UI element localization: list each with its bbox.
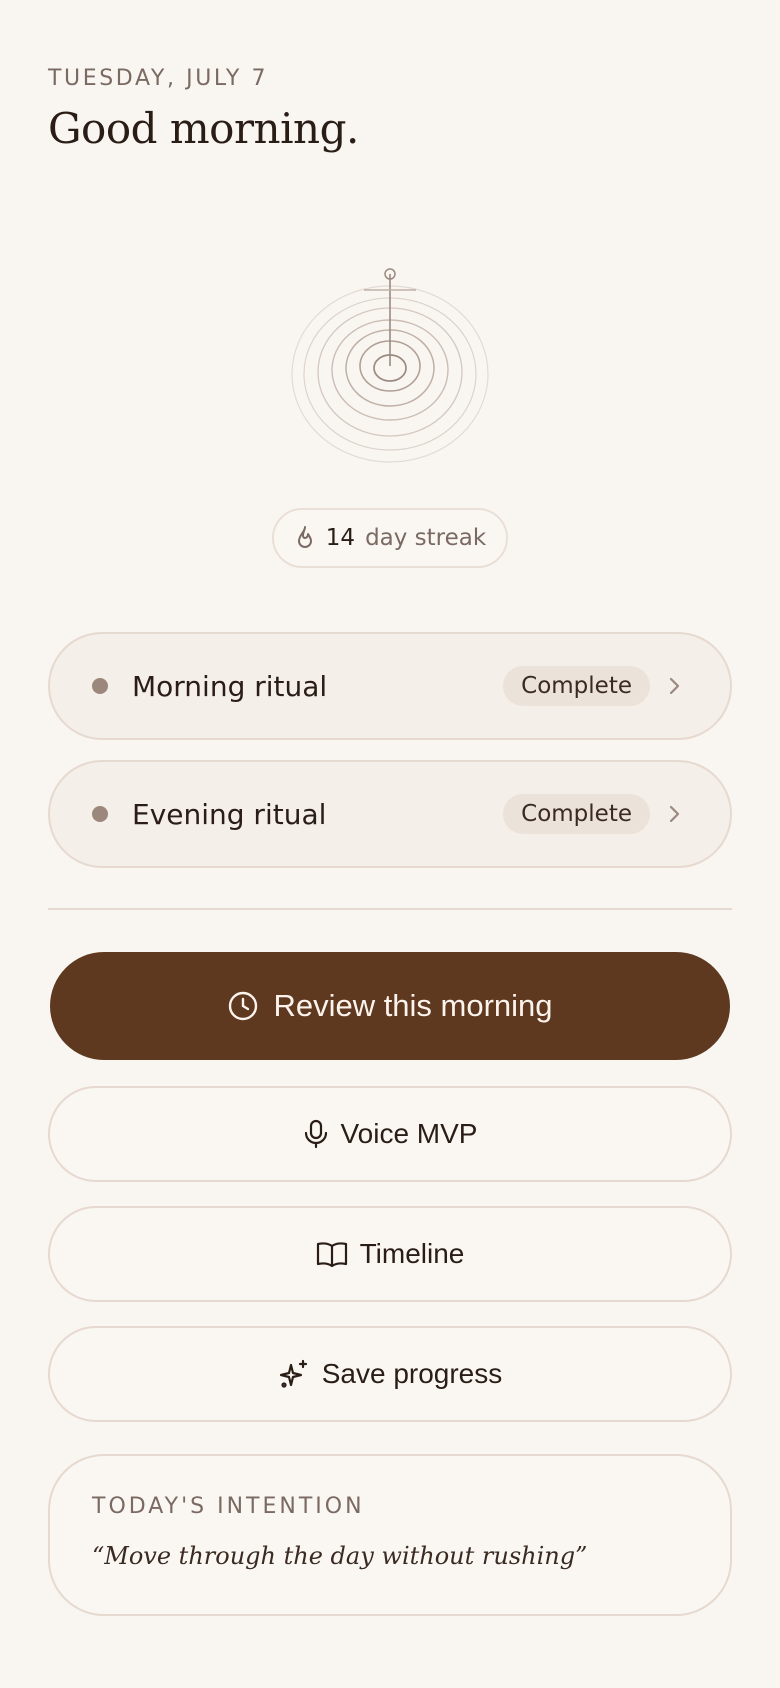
review-morning-button[interactable]: Review this morning (50, 952, 730, 1060)
flame-icon (294, 525, 316, 551)
clock-icon (227, 990, 259, 1022)
evening-ritual-row[interactable]: Evening ritual Complete (48, 760, 732, 868)
sparkles-icon (278, 1358, 310, 1390)
voice-mvp-label: Voice MVP (340, 1118, 478, 1149)
intention-card: TODAY'S INTENTION “Move through the day … (48, 1454, 732, 1616)
chevron-right-icon (664, 804, 684, 824)
save-progress-label: Save progress (321, 1358, 503, 1389)
chevron-right-icon (664, 676, 684, 696)
ritual-label: Morning ritual (132, 669, 328, 703)
streak-count: 14 (325, 525, 356, 551)
streak-badge: 14 day streak (272, 508, 508, 568)
status-dot (92, 678, 108, 694)
voice-mvp-button[interactable]: Voice MVP (48, 1086, 732, 1182)
ripple-emblem-icon (286, 262, 494, 472)
date-label: TUESDAY, JULY 7 (48, 66, 269, 91)
status-badge: Complete (503, 666, 650, 706)
status-dot (92, 806, 108, 822)
intention-heading: TODAY'S INTENTION (92, 1494, 365, 1519)
morning-ritual-row[interactable]: Morning ritual Complete (48, 632, 732, 740)
ritual-label: Evening ritual (132, 797, 327, 831)
timeline-button[interactable]: Timeline (48, 1206, 732, 1302)
book-icon (316, 1240, 348, 1268)
timeline-label: Timeline (359, 1238, 465, 1269)
save-progress-button[interactable]: Save progress (48, 1326, 732, 1422)
streak-label: day streak (365, 525, 487, 551)
greeting-title: Good morning. (48, 104, 359, 153)
section-divider (48, 908, 732, 910)
microphone-icon (303, 1119, 329, 1149)
status-badge: Complete (503, 794, 650, 834)
review-morning-label: Review this morning (273, 988, 553, 1023)
intention-quote: “Move through the day without rushing” (92, 1542, 588, 1570)
